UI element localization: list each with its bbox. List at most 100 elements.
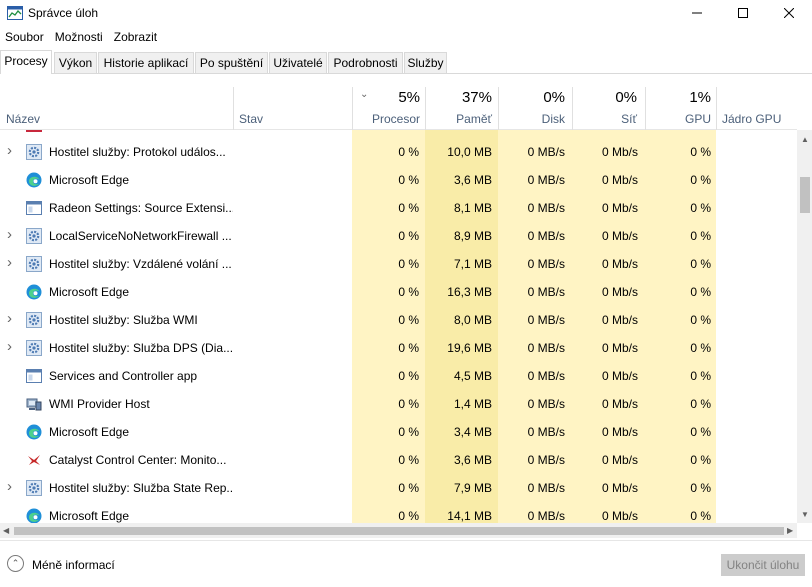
tab-app-history[interactable]: Historie aplikací	[98, 52, 194, 73]
process-row[interactable]: Microsoft Edge 0 % 3,6 MB 0 MB/s 0 Mb/s 0 %	[0, 166, 797, 194]
chevron-right-icon[interactable]: ›	[7, 142, 12, 159]
process-cpu-value: 0 %	[398, 173, 419, 187]
column-status[interactable]: Stav	[239, 112, 263, 126]
process-row[interactable]: › Hostitel služby: Protokol událos... 0 % 1…	[0, 138, 797, 166]
process-gpu-value: 0 %	[690, 397, 711, 411]
process-memory-value: 7,9 MB	[453, 481, 492, 495]
task-manager-icon	[7, 6, 23, 20]
column-divider[interactable]	[572, 87, 573, 130]
close-button[interactable]	[766, 0, 812, 26]
process-gpu-value: 0 %	[690, 173, 711, 187]
process-row[interactable]: Services and Controller app 0 % 4,5 MB 0 MB…	[0, 362, 797, 390]
column-divider[interactable]	[645, 87, 646, 130]
edge-icon	[26, 508, 42, 523]
catalyst-icon	[26, 452, 42, 468]
minimize-button[interactable]	[674, 0, 720, 26]
process-cpu-value: 0 %	[398, 397, 419, 411]
column-memory[interactable]: Paměť	[430, 112, 492, 126]
process-row[interactable]: Microsoft Edge 0 % 16,3 MB 0 MB/s 0 Mb/s 0 %	[0, 278, 797, 306]
chevron-right-icon[interactable]: ›	[7, 338, 12, 355]
process-network-value: 0 Mb/s	[601, 285, 638, 299]
tab-startup[interactable]: Po spuštění	[195, 52, 268, 73]
process-name: LocalServiceNoNetworkFirewall ...	[49, 229, 232, 243]
process-gpu-value: 0 %	[690, 425, 711, 439]
process-disk-value: 0 MB/s	[527, 229, 565, 243]
fewer-details-link[interactable]: Méně informací	[32, 558, 115, 572]
column-name[interactable]: Název	[6, 112, 40, 126]
process-row[interactable]: Radeon Settings: Source Extensi... 0 % 8,1…	[0, 194, 797, 222]
maximize-button[interactable]	[720, 0, 766, 26]
process-row[interactable]: Microsoft Edge 0 % 14,1 MB 0 MB/s 0 Mb/s 0 %	[0, 502, 797, 523]
process-memory-value: 7,1 MB	[453, 257, 492, 271]
process-cpu-value: 0 %	[398, 257, 419, 271]
process-gpu-value: 0 %	[690, 229, 711, 243]
scroll-left-icon[interactable]: ◀	[3, 526, 9, 535]
process-name: Microsoft Edge	[49, 173, 130, 187]
horizontal-scroll-thumb[interactable]	[14, 527, 784, 535]
chevron-right-icon[interactable]: ›	[7, 226, 12, 243]
scroll-down-icon[interactable]: ▼	[801, 510, 809, 519]
chevron-up-icon[interactable]: ⌃	[7, 555, 24, 572]
cpu-total: 5%	[398, 89, 420, 106]
process-disk-value: 0 MB/s	[527, 201, 565, 215]
edge-icon	[26, 172, 42, 188]
process-gpu-value: 0 %	[690, 369, 711, 383]
process-network-value: 0 Mb/s	[601, 481, 638, 495]
column-disk[interactable]: Disk	[500, 112, 565, 126]
column-divider[interactable]	[425, 87, 426, 130]
process-cpu-value: 0 %	[398, 509, 419, 523]
process-row[interactable]: › LocalServiceNoNetworkFirewall ... 0 % 8,9…	[0, 222, 797, 250]
process-cpu-value: 0 %	[398, 201, 419, 215]
column-network[interactable]: Síť	[575, 112, 637, 126]
vertical-scroll-thumb[interactable]	[800, 177, 810, 213]
column-divider[interactable]	[498, 87, 499, 130]
column-gpu-engine[interactable]: Jádro GPU	[722, 112, 781, 126]
process-network-value: 0 Mb/s	[601, 173, 638, 187]
partial-row-text: ...	[175, 130, 195, 132]
process-name: Hostitel služby: Protokol událos...	[49, 145, 226, 159]
scroll-up-icon[interactable]: ▲	[801, 135, 809, 144]
process-gpu-value: 0 %	[690, 509, 711, 523]
process-gpu-value: 0 %	[690, 257, 711, 271]
tab-details[interactable]: Podrobnosti	[328, 52, 403, 73]
tab-performance[interactable]: Výkon	[54, 52, 97, 73]
process-cpu-value: 0 %	[398, 453, 419, 467]
menu-view[interactable]: Zobrazit	[109, 27, 163, 47]
title-bar: Správce úloh	[0, 0, 812, 26]
process-row[interactable]: WMI Provider Host 0 % 1,4 MB 0 MB/s 0 Mb/s 0 …	[0, 390, 797, 418]
tab-users[interactable]: Uživatelé	[269, 52, 327, 73]
end-task-button[interactable]: Ukončit úlohu	[721, 554, 805, 576]
column-divider[interactable]	[352, 87, 353, 130]
process-name: Microsoft Edge	[49, 285, 130, 299]
process-memory-value: 10,0 MB	[447, 145, 492, 159]
tab-processes[interactable]: Procesy	[0, 50, 52, 74]
menu-options[interactable]: Možnosti	[50, 27, 109, 47]
chevron-right-icon[interactable]: ›	[7, 254, 12, 271]
column-divider[interactable]	[716, 87, 717, 130]
column-cpu[interactable]: Procesor	[360, 112, 420, 126]
disk-total: 0%	[543, 89, 565, 106]
tab-services[interactable]: Služby	[404, 52, 447, 73]
menu-file[interactable]: Soubor	[0, 27, 50, 47]
process-row[interactable]: › Hostitel služby: Služba DPS (Dia... 0 % 1…	[0, 334, 797, 362]
column-gpu[interactable]: GPU	[650, 112, 711, 126]
scroll-right-icon[interactable]: ▶	[787, 526, 793, 535]
minimize-icon	[692, 12, 702, 14]
process-memory-value: 3,4 MB	[453, 425, 492, 439]
process-row[interactable]: › Hostitel služby: Služba State Rep... 0 %…	[0, 474, 797, 502]
process-row[interactable]: Catalyst Control Center: Monito... 0 % 3,6…	[0, 446, 797, 474]
process-gpu-value: 0 %	[690, 145, 711, 159]
process-memory-value: 3,6 MB	[453, 173, 492, 187]
process-row[interactable]: › Hostitel služby: Vzdálené volání ... 0 %…	[0, 250, 797, 278]
process-network-value: 0 Mb/s	[601, 201, 638, 215]
gear-icon	[26, 340, 42, 356]
process-row[interactable]: Microsoft Edge 0 % 3,4 MB 0 MB/s 0 Mb/s 0 %	[0, 418, 797, 446]
process-name: Hostitel služby: Služba DPS (Dia...	[49, 341, 233, 355]
column-divider[interactable]	[233, 87, 234, 130]
process-network-value: 0 Mb/s	[601, 509, 638, 523]
gear-icon	[26, 228, 42, 244]
chevron-right-icon[interactable]: ›	[7, 310, 12, 327]
chevron-right-icon[interactable]: ›	[7, 478, 12, 495]
footer	[0, 540, 812, 587]
process-row[interactable]: › Hostitel služby: Služba WMI 0 % 8,0 MB 0 M…	[0, 306, 797, 334]
